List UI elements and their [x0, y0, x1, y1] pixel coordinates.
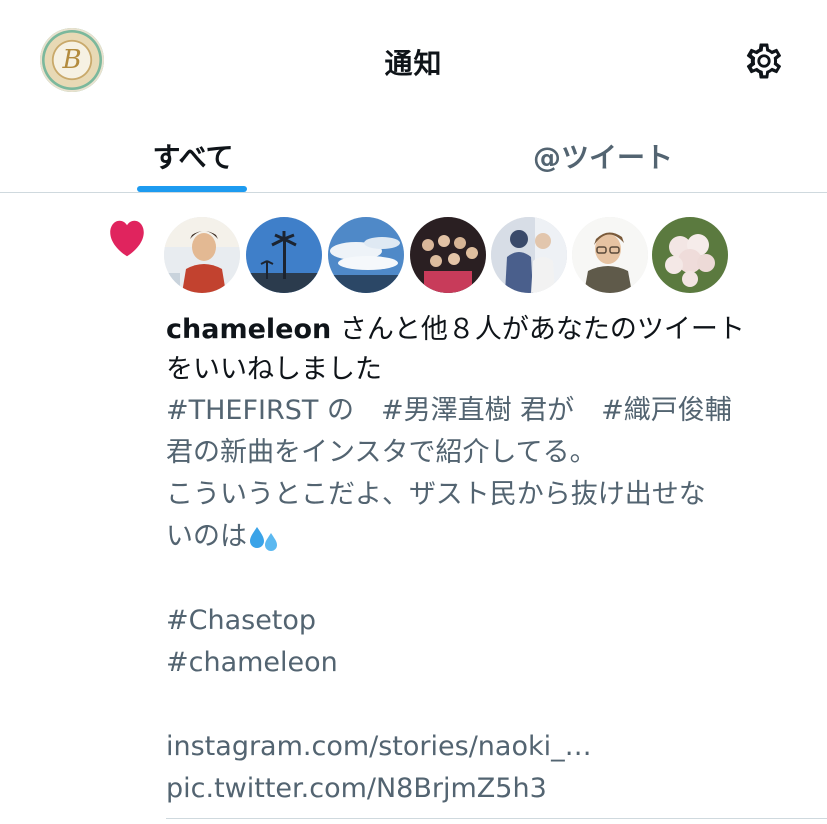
tweet-line: いのは	[166, 516, 806, 558]
like-notification[interactable]: chameleon さんと他８人があなたのツイート をいいねしました #THEF…	[0, 193, 827, 824]
tweet-line: こういうとこだよ、ザスト民から抜け出せな	[166, 479, 706, 510]
notification-tabs: すべて @ツイート	[0, 120, 827, 193]
heart-icon	[110, 220, 144, 257]
liker-avatar-1[interactable]	[164, 217, 240, 293]
tweet-text[interactable]: #THEFIRST の #男澤直樹 君が #織戸俊輔 君の新曲をインスタで紹介し…	[166, 390, 806, 810]
page-title: 通知	[384, 47, 443, 80]
tweet-line-end: いのは	[166, 521, 247, 552]
notification-message: chameleon さんと他８人があなたのツイート をいいねしました	[166, 310, 806, 390]
liker-username[interactable]: chameleon	[166, 314, 331, 345]
liker-avatar-5[interactable]	[491, 217, 567, 293]
hashtag-link[interactable]: #chameleon	[166, 642, 806, 684]
divider	[166, 818, 827, 819]
pic-link[interactable]: pic.twitter.com/N8BrjmZ5h3	[166, 768, 806, 810]
liker-avatar-2[interactable]	[246, 217, 322, 293]
instagram-link[interactable]: instagram.com/stories/naoki_…	[166, 726, 806, 768]
gear-icon[interactable]	[743, 40, 785, 82]
liker-avatar-7[interactable]	[652, 217, 728, 293]
liker-avatar-6[interactable]	[572, 217, 648, 293]
message-text-line2: をいいねしました	[166, 354, 382, 385]
tweet-line: 君の新曲をインスタで紹介してる。	[166, 437, 597, 468]
hashtag-link[interactable]: #Chasetop	[166, 600, 806, 642]
liker-avatar-4[interactable]	[410, 217, 486, 293]
liker-avatar-3[interactable]	[328, 217, 404, 293]
header: B 通知	[0, 0, 827, 120]
active-tab-indicator	[137, 186, 247, 192]
tab-mentions[interactable]: @ツイート	[413, 120, 793, 192]
tab-all[interactable]: すべて	[90, 120, 296, 192]
tweet-line: #THEFIRST の #男澤直樹 君が #織戸俊輔	[166, 395, 732, 426]
sweat-droplets-icon	[250, 526, 277, 551]
message-text: さんと他８人があなたのツイート	[331, 314, 745, 345]
